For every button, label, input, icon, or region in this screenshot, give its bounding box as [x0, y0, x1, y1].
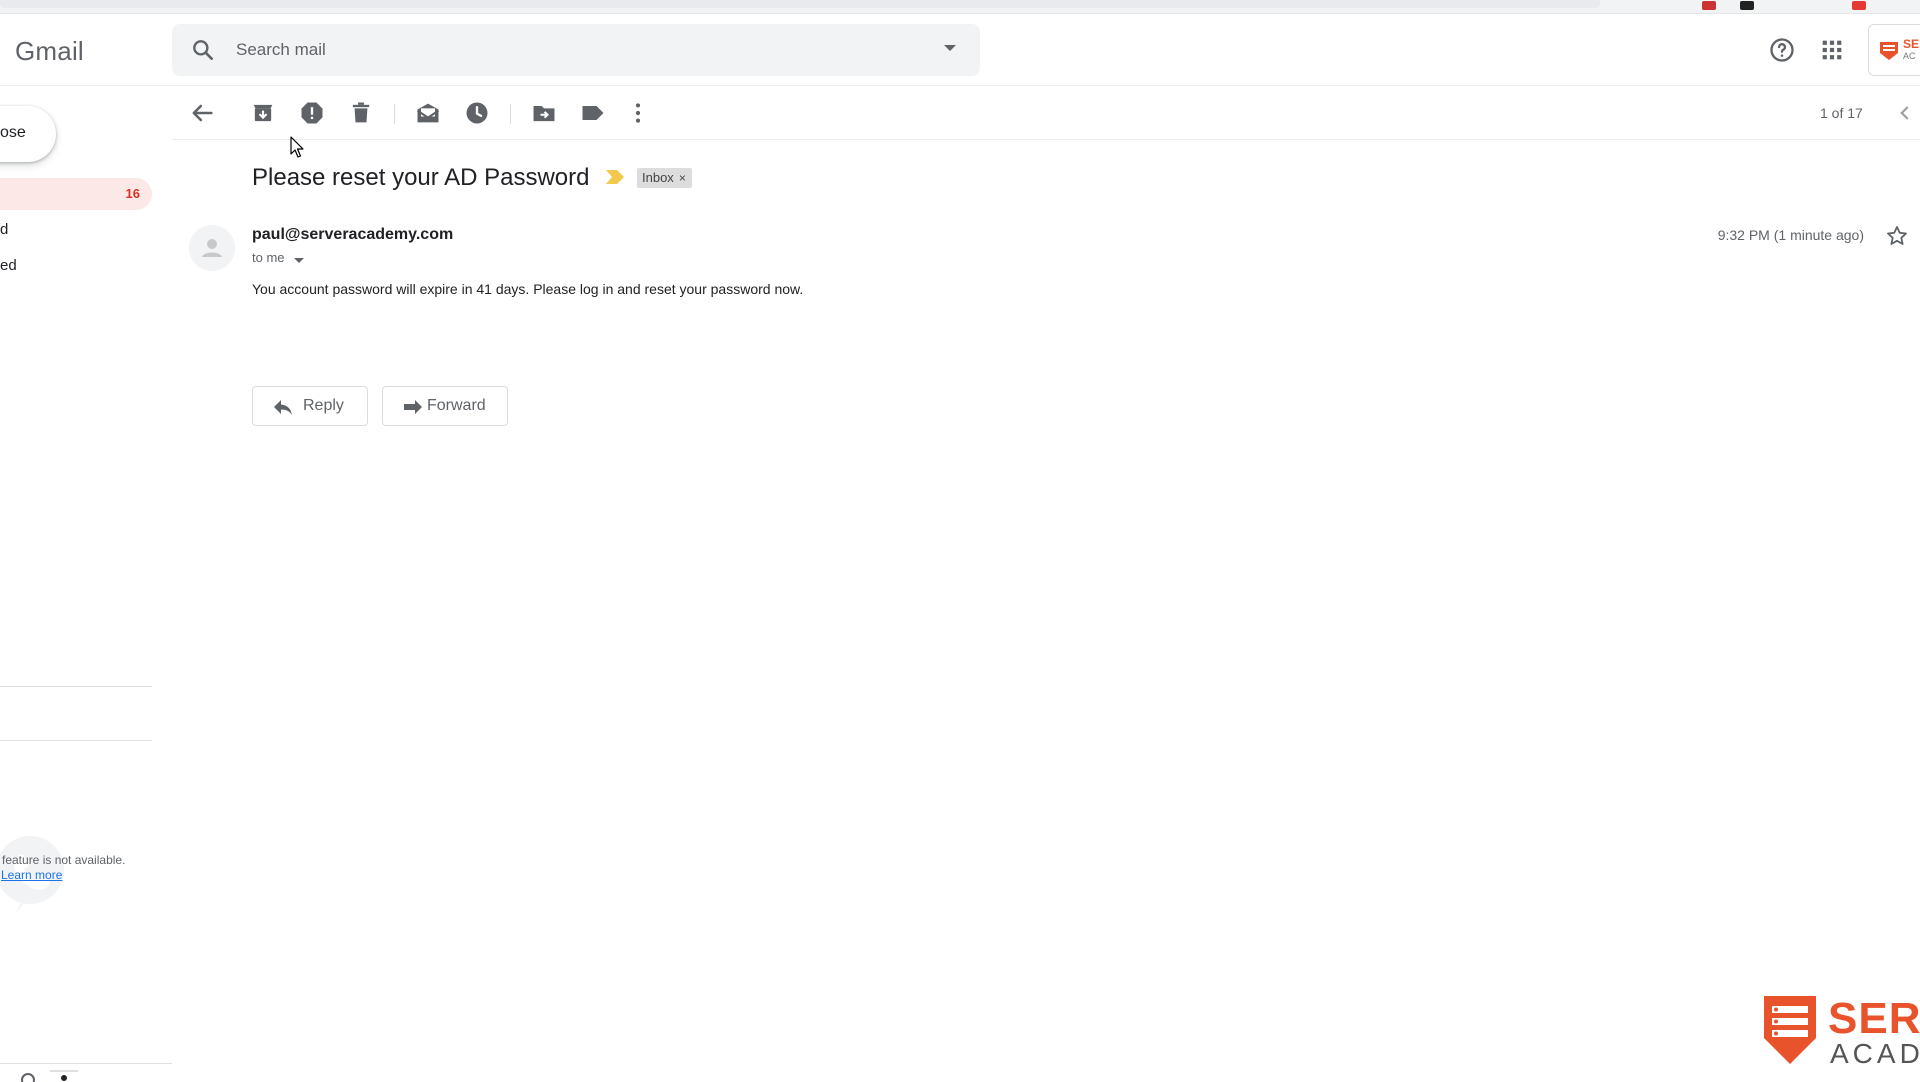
hangouts-tabs-icon[interactable] [20, 1070, 80, 1082]
browser-toolbar-strip [0, 0, 1920, 14]
brand-badge-mark: SE [1903, 37, 1920, 51]
learn-more-link[interactable]: Learn more [1, 868, 62, 882]
importance-marker-icon[interactable] [606, 170, 624, 184]
apps-grid-icon[interactable] [1818, 36, 1846, 64]
extension-icon[interactable] [1740, 1, 1754, 10]
app-header: Gmail SE AC [0, 14, 1920, 86]
sidebar-item-label: d [0, 221, 9, 238]
forward-arrow-icon [404, 400, 422, 414]
reply-label: Reply [303, 397, 344, 414]
gmail-logo[interactable]: Gmail [15, 36, 84, 67]
compose-button[interactable]: ose [0, 106, 56, 162]
mouse-cursor-icon [290, 136, 304, 158]
sidebar-item-starred[interactable]: d [0, 214, 152, 246]
email-subject: Please reset your AD Password [252, 164, 590, 191]
hangouts-unavailable-note: feature is not available. [2, 853, 126, 867]
search-options-dropdown-icon[interactable] [944, 45, 956, 51]
brand-shield-icon [1880, 42, 1898, 60]
recipients-line[interactable]: to me [252, 250, 285, 265]
sidebar: ose 16 d ed feature is not available. Le… [0, 86, 172, 1082]
archive-icon[interactable] [249, 99, 277, 127]
email-body: You account password will expire in 41 d… [252, 281, 804, 297]
more-vert-icon[interactable] [624, 99, 652, 127]
toolbar-divider [510, 104, 511, 124]
serveracademy-watermark-logo: SERV ACAD [1760, 990, 1920, 1080]
remove-label-button[interactable]: × [679, 171, 686, 185]
unread-count-badge: 16 [125, 186, 140, 201]
sidebar-item-label: ed [0, 257, 17, 274]
watermark-wordmark: SERV [1828, 994, 1920, 1043]
account-brand-badge[interactable]: SE AC [1868, 24, 1920, 76]
extension-icon[interactable] [1852, 1, 1866, 10]
trash-icon[interactable] [347, 99, 375, 127]
forward-label: Forward [427, 397, 486, 414]
watermark-wordmark: ACAD [1830, 1038, 1920, 1069]
sidebar-item-inbox[interactable]: 16 [0, 178, 152, 210]
star-icon[interactable] [1885, 224, 1909, 248]
sender-avatar[interactable] [189, 225, 235, 271]
back-arrow-icon[interactable] [188, 99, 216, 127]
brand-badge-mark: AC [1903, 51, 1916, 61]
show-details-chevron-icon[interactable] [294, 258, 304, 263]
sidebar-item-snoozed[interactable]: ed [0, 250, 152, 282]
sidebar-bottom-divider [0, 1063, 172, 1064]
mark-unread-icon[interactable] [414, 99, 442, 127]
toolbar-divider [394, 104, 395, 124]
brand-shield-icon [1764, 996, 1816, 1064]
reply-arrow-icon [274, 400, 292, 415]
previous-page-chevron-icon[interactable] [1892, 100, 1918, 126]
message-timestamp: 9:32 PM (1 minute ago) [1717, 227, 1864, 243]
label-chip-inbox[interactable]: Inbox × [637, 168, 692, 188]
forward-button[interactable]: Forward [382, 386, 508, 426]
pagination-count: 1 of 17 [1820, 105, 1863, 121]
browser-url-bar[interactable] [0, 0, 1600, 8]
label-icon[interactable] [579, 99, 607, 127]
sender-email[interactable]: paul@serveracademy.com [252, 226, 453, 244]
extension-icon[interactable] [1702, 1, 1716, 10]
help-icon[interactable] [1768, 36, 1796, 64]
search-bar[interactable] [172, 24, 980, 76]
message-toolbar: 1 of 17 [172, 86, 1920, 140]
snooze-clock-icon[interactable] [463, 99, 491, 127]
reply-button[interactable]: Reply [252, 386, 368, 426]
label-chip-text: Inbox [642, 170, 674, 185]
sidebar-divider [0, 740, 152, 741]
move-to-folder-icon[interactable] [530, 99, 558, 127]
search-input[interactable] [234, 34, 874, 66]
report-spam-icon[interactable] [298, 99, 326, 127]
sidebar-divider [0, 686, 152, 687]
search-icon[interactable] [190, 37, 216, 63]
